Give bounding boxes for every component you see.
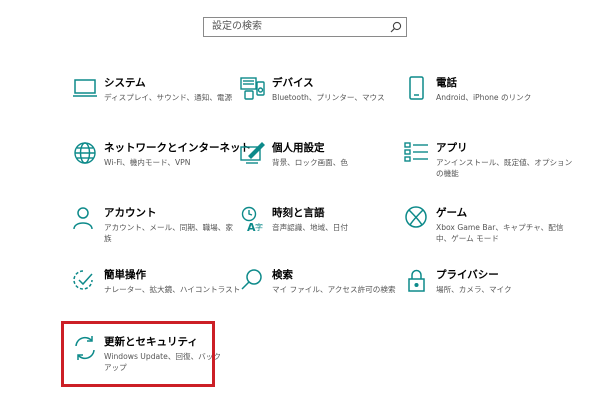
person-icon xyxy=(72,206,98,232)
tile-title: 時刻と言語 xyxy=(272,207,325,219)
tile-title: アプリ xyxy=(436,142,468,154)
globe-icon xyxy=(72,141,98,167)
tile-description: ディスプレイ、サウンド、通知、電源 xyxy=(104,93,233,102)
magnifier-icon[interactable] xyxy=(390,21,402,33)
time-language-icon: A 字 xyxy=(240,206,266,232)
settings-search-box[interactable]: 設定の検索 xyxy=(203,17,407,37)
tile-devices[interactable]: デバイス Bluetooth、プリンター、マウス xyxy=(240,76,420,136)
tile-accounts[interactable]: アカウント アカウント、メール、同期、職場、家族 xyxy=(72,206,252,266)
highlight-box xyxy=(61,321,215,387)
tile-title: デバイス xyxy=(272,77,314,89)
phone-icon xyxy=(404,76,430,102)
personalization-icon xyxy=(240,141,266,167)
svg-text:字: 字 xyxy=(255,222,263,232)
tile-title: プライバシー xyxy=(436,269,499,281)
tile-title: ネットワークとインターネット xyxy=(104,142,251,154)
tile-description: 音声認識、地域、日付 xyxy=(272,223,348,232)
tile-description: アカウント、メール、同期、職場、家族 xyxy=(104,223,233,243)
tile-description: Wi-Fi、機内モード、VPN xyxy=(104,158,191,167)
search-placeholder: 設定の検索 xyxy=(212,21,262,32)
devices-icon xyxy=(240,76,266,102)
tile-description: Bluetooth、プリンター、マウス xyxy=(272,93,385,102)
tile-description: アンインストール、既定値、オプション の機能 xyxy=(436,158,573,178)
tile-privacy[interactable]: プライバシー 場所、カメラ、マイク xyxy=(404,268,584,328)
tile-title: アカウント xyxy=(104,207,157,219)
tile-time-language[interactable]: A 字 時刻と言語 音声認識、地域、日付 xyxy=(240,206,420,266)
tile-title: ゲーム xyxy=(436,207,468,219)
monitor-icon xyxy=(72,76,98,102)
tile-description: Xbox Game Bar、キャプチャ、配信 中、ゲーム モード xyxy=(436,223,564,243)
tile-description: Android、iPhone のリンク xyxy=(436,93,532,102)
tile-network[interactable]: ネットワークとインターネット Wi-Fi、機内モード、VPN xyxy=(72,141,252,201)
tile-apps[interactable]: アプリ アンインストール、既定値、オプション の機能 xyxy=(404,141,584,201)
tile-system[interactable]: システム ディスプレイ、サウンド、通知、電源 xyxy=(72,76,252,136)
tile-search[interactable]: 検索 マイ ファイル、アクセス許可の検索 xyxy=(240,268,420,328)
tile-description: マイ ファイル、アクセス許可の検索 xyxy=(272,285,396,294)
tile-description: ナレーター、拡大鏡、ハイコントラスト xyxy=(104,285,241,294)
tile-gaming[interactable]: ゲーム Xbox Game Bar、キャプチャ、配信 中、ゲーム モード xyxy=(404,206,584,266)
tile-title: 個人用設定 xyxy=(272,142,325,154)
apps-icon xyxy=(404,141,430,167)
lock-icon xyxy=(404,268,430,294)
xbox-icon xyxy=(404,206,430,232)
tile-description: 場所、カメラ、マイク xyxy=(436,285,512,294)
tile-title: 電話 xyxy=(436,77,457,89)
tile-personalization[interactable]: 個人用設定 背景、ロック画面、色 xyxy=(240,141,420,201)
tile-phone[interactable]: 電話 Android、iPhone のリンク xyxy=(404,76,584,136)
tile-description: 背景、ロック画面、色 xyxy=(272,158,348,167)
search-icon xyxy=(240,268,266,294)
ease-of-access-icon xyxy=(72,268,98,294)
tile-title: システム xyxy=(104,77,146,89)
tile-ease-of-access[interactable]: 簡単操作 ナレーター、拡大鏡、ハイコントラスト xyxy=(72,268,252,328)
tile-title: 簡単操作 xyxy=(104,269,146,281)
tile-title: 検索 xyxy=(272,269,293,281)
